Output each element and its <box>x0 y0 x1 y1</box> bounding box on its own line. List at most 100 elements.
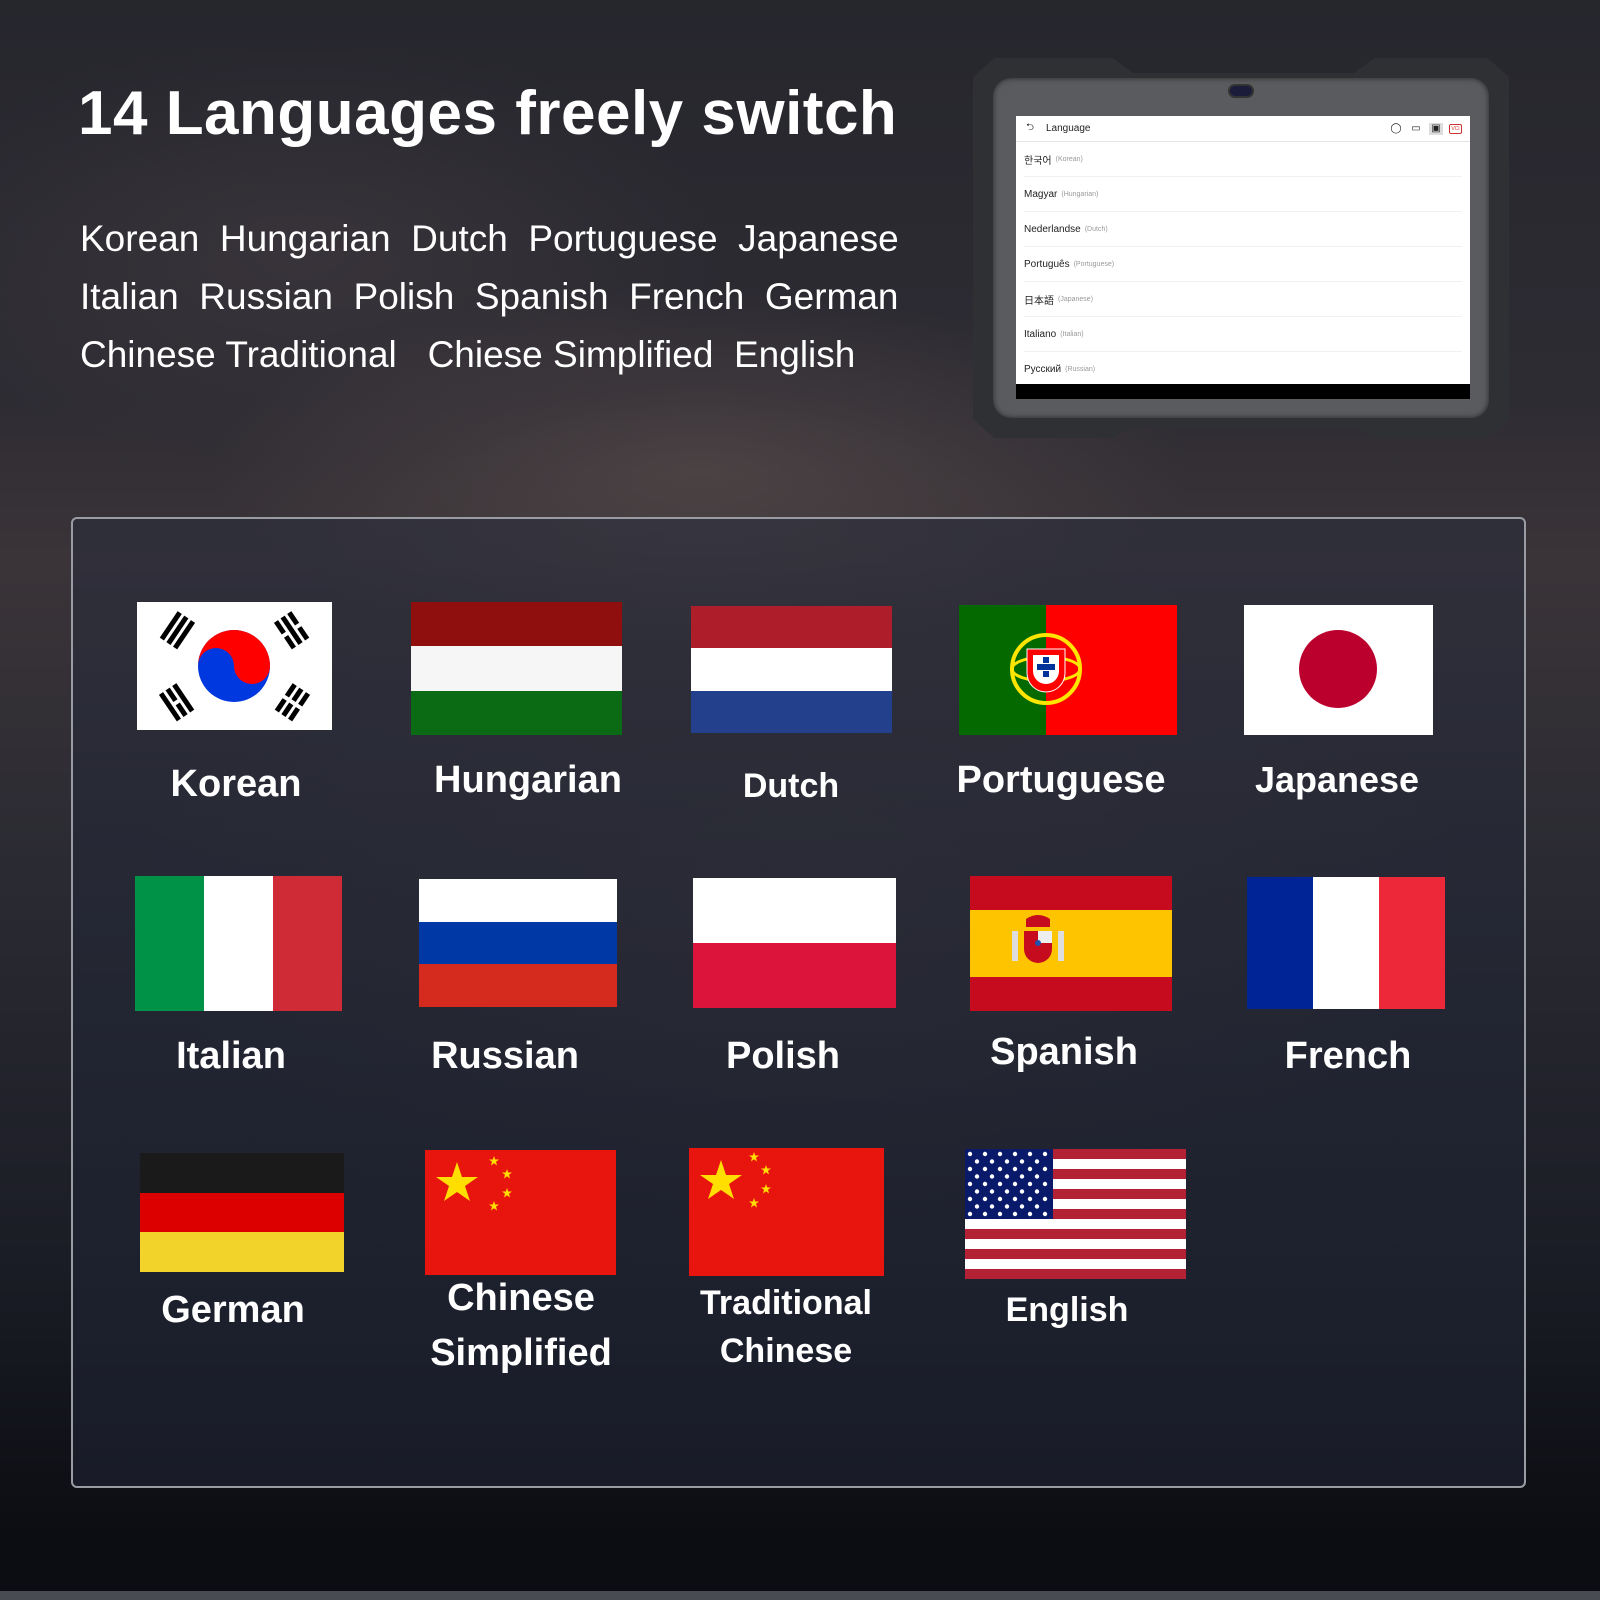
star <box>1042 1181 1048 1187</box>
stripe <box>965 1249 1186 1260</box>
video-icon[interactable]: ▭ <box>1409 123 1423 135</box>
star <box>997 1151 1003 1157</box>
language-option[interactable]: 한국어 (Korean) <box>1024 142 1462 177</box>
stripe <box>693 878 896 943</box>
language-english-name: (Dutch) <box>1084 225 1108 233</box>
flags-panel: Korean Hungarian Dutch Portuguese Japane… <box>71 517 1526 1488</box>
star <box>1004 1174 1010 1179</box>
star <box>1027 1196 1033 1202</box>
stripe <box>1247 877 1313 1009</box>
star <box>1012 1196 1018 1202</box>
stripe <box>411 646 622 691</box>
tablet-screen: ⮌ Language ◯ ▭ ▣ VCI 한국어 (Korean) Magyar (H… <box>1016 116 1470 399</box>
flag-german[interactable] <box>140 1153 344 1272</box>
language-native-name: Русский <box>1024 363 1062 375</box>
language-line: Korean Hungarian Dutch Portuguese Japane… <box>80 218 899 259</box>
bottom-strip <box>0 1591 1600 1600</box>
stripe <box>970 909 1172 978</box>
star <box>1012 1166 1018 1172</box>
headline: 14 Languages freely switch <box>78 79 898 148</box>
language-native-name: Português <box>1024 258 1070 270</box>
flag-russian[interactable] <box>419 879 617 1007</box>
small-star <box>749 1152 759 1162</box>
vci-icon[interactable]: VCI <box>1449 123 1462 134</box>
language-english-name: (Portuguese) <box>1073 260 1115 268</box>
language-option[interactable]: Русский (Russian) <box>1024 352 1462 387</box>
star <box>982 1151 988 1157</box>
flag-label-french: French <box>1284 1035 1412 1077</box>
flag-english[interactable] <box>965 1149 1186 1279</box>
stripe <box>140 1232 344 1272</box>
star <box>997 1181 1003 1187</box>
flag-label-polish: Polish <box>725 1035 841 1077</box>
star <box>1004 1189 1010 1194</box>
stripe <box>1379 877 1445 1009</box>
star <box>974 1159 980 1164</box>
flag-hungarian[interactable] <box>411 602 622 735</box>
stripe <box>965 1269 1186 1279</box>
language-option[interactable]: Magyar (Hungarian) <box>1024 177 1462 212</box>
flag-polish[interactable] <box>693 878 896 1008</box>
flag-dutch[interactable] <box>691 606 892 733</box>
small-star <box>489 1201 499 1211</box>
star <box>1012 1211 1018 1217</box>
star <box>974 1204 980 1209</box>
stripe <box>970 876 1172 910</box>
language-option[interactable]: Italiano (Italian) <box>1024 317 1462 352</box>
screen-nav-bar <box>1016 384 1470 399</box>
stripe <box>419 879 617 922</box>
flag-italian[interactable] <box>135 876 342 1011</box>
tablet-device: ⮌ Language ◯ ▭ ▣ VCI 한국어 (Korean) Magyar (H… <box>973 58 1509 438</box>
flag-label-italian: Italian <box>176 1035 286 1077</box>
label-line: Simplified <box>430 1332 612 1374</box>
star <box>989 1189 995 1194</box>
label-line: Traditional <box>700 1284 872 1322</box>
language-option[interactable]: Português (Portuguese) <box>1024 247 1462 282</box>
stripe <box>965 1239 1186 1250</box>
star <box>974 1174 980 1179</box>
screenshot-icon[interactable]: ▣ <box>1429 122 1443 135</box>
star <box>1042 1196 1048 1202</box>
star <box>967 1211 973 1217</box>
stripe <box>691 648 892 691</box>
flag-french[interactable] <box>1247 877 1445 1009</box>
star <box>967 1196 973 1202</box>
star <box>1034 1189 1040 1194</box>
flag-label-korean: Korean <box>170 763 302 805</box>
star <box>989 1174 995 1179</box>
language-native-name: 日本語 <box>1024 295 1054 307</box>
flag-spanish[interactable] <box>970 876 1172 1011</box>
flag-chinese-simplified[interactable] <box>425 1150 616 1275</box>
star <box>997 1196 1003 1202</box>
star <box>1019 1189 1025 1194</box>
back-arrow-icon[interactable]: ⮌ <box>1026 120 1042 137</box>
stripe <box>419 921 617 965</box>
flag-label-japanese: Japanese <box>1254 759 1420 800</box>
language-native-name: Magyar <box>1024 188 1058 200</box>
star <box>1027 1166 1033 1172</box>
flag-label-portuguese: Portuguese <box>956 759 1166 801</box>
language-option[interactable]: 日本語 (Japanese) <box>1024 282 1462 317</box>
star <box>1034 1174 1040 1179</box>
stripe <box>693 943 896 1008</box>
language-option[interactable]: Nederlandse (Dutch) <box>1024 212 1462 247</box>
tablet-bezel: ⮌ Language ◯ ▭ ▣ VCI 한국어 (Korean) Magyar (H… <box>993 78 1489 418</box>
flag-japanese[interactable] <box>1244 605 1433 735</box>
stripe <box>965 1219 1186 1230</box>
star <box>982 1166 988 1172</box>
star <box>982 1181 988 1187</box>
refresh-icon[interactable]: ◯ <box>1389 123 1403 135</box>
star <box>982 1211 988 1217</box>
small-star <box>502 1188 512 1198</box>
stripe <box>1313 877 1379 1009</box>
star <box>1019 1174 1025 1179</box>
flag-traditional-chinese[interactable] <box>689 1148 884 1276</box>
stripe <box>411 690 622 735</box>
flag-portuguese[interactable] <box>959 605 1177 735</box>
label-line: Chinese <box>719 1332 853 1370</box>
flag-label-english: English <box>1005 1291 1129 1329</box>
flag-label-russian: Russian <box>431 1035 579 1077</box>
flag-korean[interactable] <box>137 602 332 730</box>
stripe <box>419 964 617 1007</box>
language-line: Italian Russian Polish Spanish French Ge… <box>80 276 899 317</box>
